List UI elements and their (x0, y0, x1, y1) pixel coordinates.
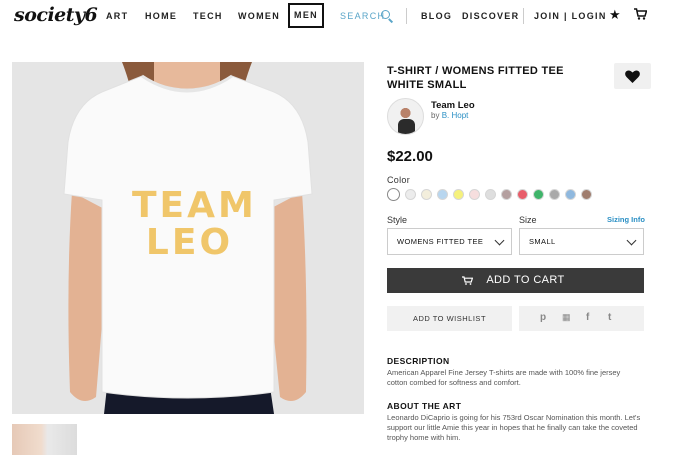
tumblr-icon[interactable]: ▦ (562, 312, 571, 323)
add-to-cart-label: ADD TO CART (486, 274, 565, 286)
description-heading: DESCRIPTION (387, 356, 450, 366)
artist-link[interactable]: B. Hopt (442, 111, 469, 120)
sizing-info-link[interactable]: Sizing Info (607, 215, 645, 224)
color-swatch[interactable] (549, 189, 560, 200)
nav-men[interactable]: MEN (288, 3, 324, 28)
style-select[interactable]: WOMENS FITTED TEE (387, 228, 512, 255)
about-art-text: Leonardo DiCaprio is going for his 753rd… (387, 413, 641, 442)
thumbnail-image[interactable] (12, 424, 77, 455)
shirt-text-line1: TEAM (132, 185, 257, 226)
color-swatch[interactable] (501, 189, 512, 200)
heart-icon (625, 70, 640, 83)
size-select-value: SMALL (529, 237, 556, 246)
pinterest-icon[interactable]: p (540, 312, 546, 323)
share-buttons: p ▦ f t (519, 306, 644, 331)
cart-icon[interactable] (634, 8, 647, 20)
shirt-text-line2: LEO (145, 222, 234, 263)
color-swatch[interactable] (469, 189, 480, 200)
color-swatch[interactable] (437, 189, 448, 200)
nav-join-login[interactable]: JOIN | LOGIN (534, 11, 607, 21)
nav-divider (523, 8, 524, 24)
add-to-wishlist-button[interactable]: ADD TO WISHLIST (387, 306, 512, 331)
nav-divider (406, 8, 407, 24)
search-link[interactable]: SEARCH (340, 11, 385, 21)
color-swatches (387, 188, 592, 201)
twitter-icon[interactable]: t (608, 312, 611, 323)
nav-tech[interactable]: TECH (193, 11, 223, 21)
price: $22.00 (387, 148, 433, 165)
color-swatch[interactable] (405, 189, 416, 200)
color-swatch[interactable] (453, 189, 464, 200)
chevron-down-icon (494, 235, 505, 246)
color-swatch[interactable] (581, 189, 592, 200)
artist-byline: by B. Hopt (431, 111, 468, 120)
product-image[interactable]: TEAM LEO (12, 62, 364, 414)
description-text: American Apparel Fine Jersey T-shirts ar… (387, 368, 621, 387)
logo[interactable]: society6 (14, 4, 98, 26)
color-swatch[interactable] (387, 188, 400, 201)
nav-home[interactable]: HOME (145, 11, 177, 21)
nav-women[interactable]: WOMEN (238, 11, 280, 21)
add-to-cart-button[interactable]: ADD TO CART (387, 268, 644, 293)
by-prefix: by (431, 111, 440, 120)
star-icon[interactable]: ★ (609, 7, 621, 23)
size-label: Size (519, 215, 537, 225)
product-title: T-SHIRT / WOMENS FITTED TEE WHITE SMALL (387, 65, 564, 91)
artist-avatar[interactable] (387, 98, 424, 135)
style-select-value: WOMENS FITTED TEE (397, 237, 484, 246)
facebook-icon[interactable]: f (586, 312, 589, 323)
artwork-title: Team Leo (431, 100, 475, 111)
style-label: Style (387, 215, 408, 225)
color-swatch[interactable] (565, 189, 576, 200)
chevron-down-icon (626, 235, 637, 246)
color-swatch[interactable] (517, 189, 528, 200)
nav-blog[interactable]: BLOG (421, 11, 452, 21)
search-icon[interactable] (381, 10, 390, 19)
size-select[interactable]: SMALL (519, 228, 644, 255)
color-swatch[interactable] (533, 189, 544, 200)
color-swatch[interactable] (485, 189, 496, 200)
cart-icon (462, 276, 473, 285)
shirt-graphic-text: TEAM LEO (132, 185, 257, 263)
favorite-button[interactable] (614, 63, 651, 89)
color-label: Color (387, 175, 411, 185)
nav-discover[interactable]: DISCOVER (462, 11, 519, 21)
about-art-heading: ABOUT THE ART (387, 401, 462, 411)
top-nav: society6 ART HOME TECH WOMEN MEN SEARCH … (0, 0, 700, 34)
color-swatch[interactable] (421, 189, 432, 200)
nav-art[interactable]: ART (106, 11, 128, 21)
